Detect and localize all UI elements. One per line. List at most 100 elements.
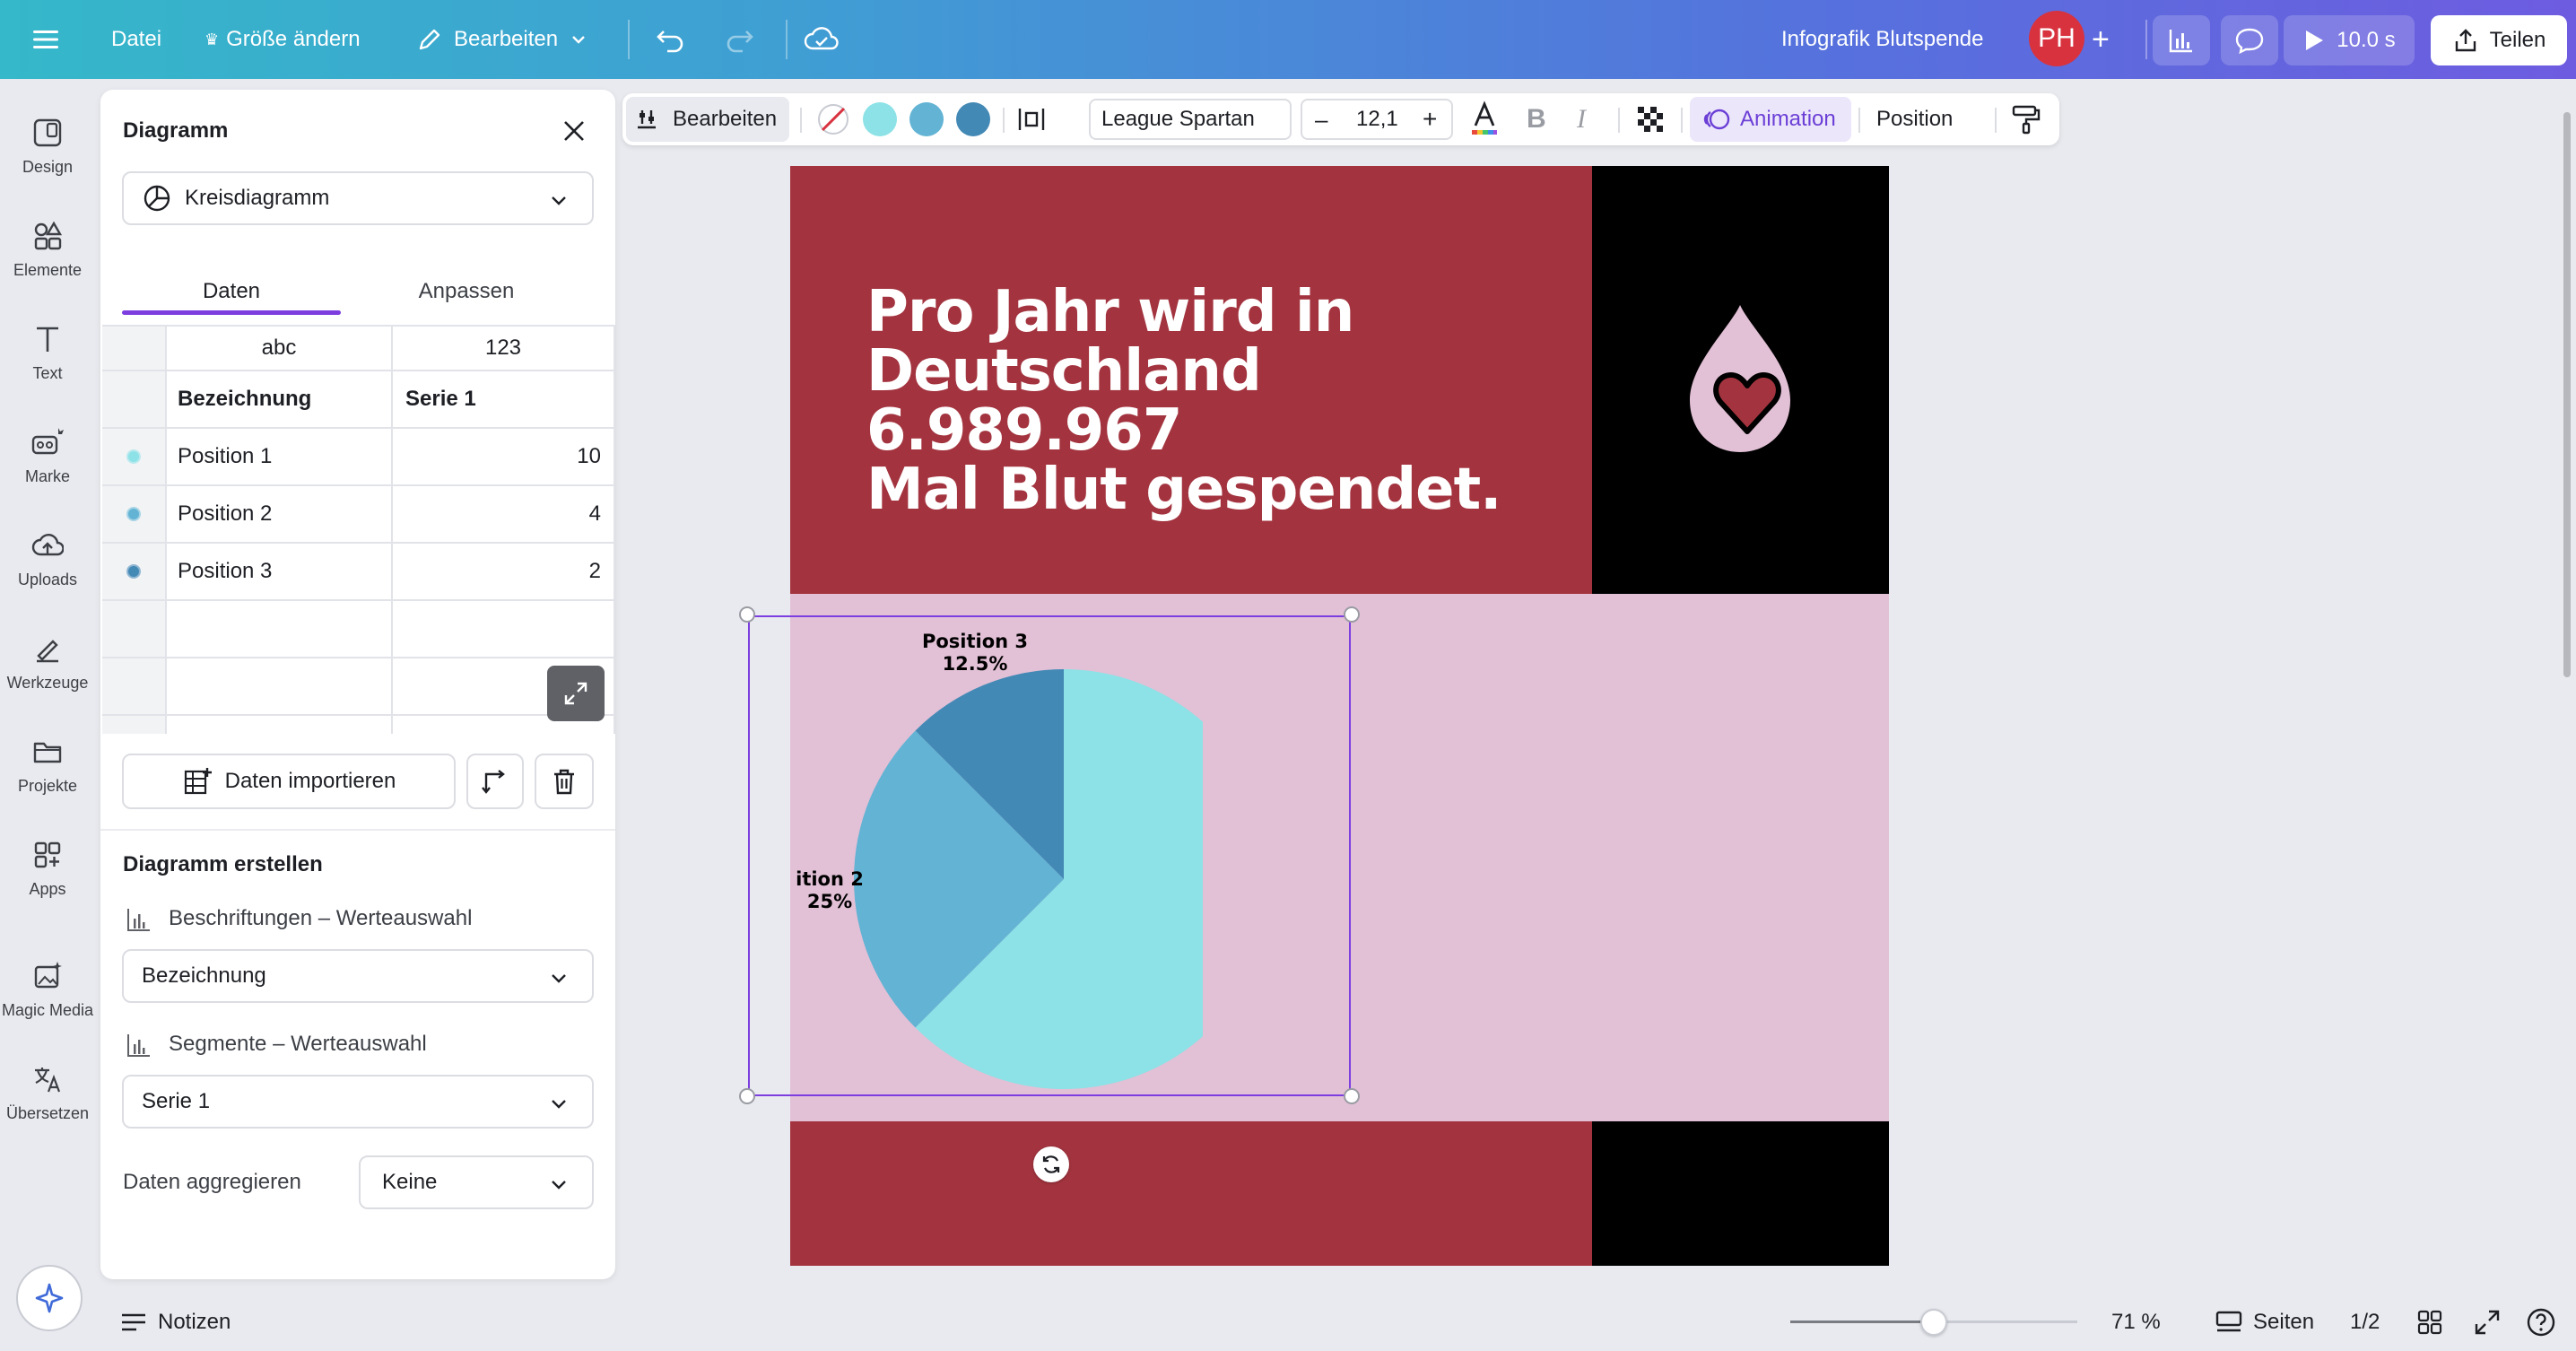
font-family-select[interactable]: League Spartan	[1089, 99, 1292, 140]
color-swatch-2[interactable]	[909, 102, 944, 136]
chevron-down-icon	[552, 974, 566, 983]
rail-item-apps[interactable]: Apps	[0, 819, 95, 918]
text-color-icon	[1472, 100, 1497, 135]
labels-select[interactable]: Bezeichnung	[122, 949, 594, 1003]
color-swatch-1[interactable]	[863, 102, 897, 136]
table-cell[interactable]: Position 3	[167, 544, 393, 601]
font-size-input[interactable]: 12,1	[1356, 93, 1398, 145]
help-button[interactable]	[2526, 1303, 2556, 1342]
table-header-cell[interactable]: Bezeichnung	[167, 371, 393, 429]
rail-item-uploads[interactable]: Uploads	[0, 510, 95, 608]
comments-button[interactable]	[2221, 15, 2278, 65]
fullscreen-button[interactable]	[2474, 1303, 2501, 1342]
notes-icon	[122, 1313, 145, 1331]
transparency-button[interactable]	[1636, 105, 1665, 138]
blood-drop-heart-icon[interactable]	[1684, 301, 1810, 460]
rail-item-text[interactable]: Text	[0, 303, 95, 402]
left-rail: Design Elemente Text Marke Uploads Werkz…	[0, 79, 95, 1351]
divider	[628, 20, 630, 59]
no-fill-swatch[interactable]	[816, 102, 850, 136]
spacing-button[interactable]	[1017, 106, 1046, 137]
insights-button[interactable]	[2153, 15, 2210, 65]
rail-item-elements[interactable]: Elemente	[0, 200, 95, 299]
transpose-icon	[482, 770, 505, 794]
chart-type-select[interactable]: Kreisdiagramm	[122, 171, 594, 225]
column-type-text[interactable]: abc	[167, 327, 393, 371]
font-size-decrease[interactable]: –	[1315, 93, 1327, 145]
avatar[interactable]: PH	[2029, 11, 2084, 66]
bold-button[interactable]: B	[1527, 93, 1546, 145]
share-icon	[2455, 29, 2476, 52]
table-cell[interactable]: 2	[393, 544, 615, 601]
rail-item-magic-media[interactable]: Magic Media	[0, 940, 95, 1039]
delete-button[interactable]	[535, 754, 594, 809]
table-import-icon	[184, 768, 212, 795]
empty-cell[interactable]	[167, 716, 393, 734]
pages-button[interactable]: Seiten	[2215, 1303, 2314, 1342]
hamburger-menu-button[interactable]	[30, 0, 61, 79]
undo-button[interactable]	[655, 0, 687, 79]
table-cell[interactable]: 10	[393, 429, 615, 486]
color-swatch-3[interactable]	[956, 102, 990, 136]
grid-view-button[interactable]	[2416, 1303, 2443, 1342]
page-indicator[interactable]: 1/2	[2350, 1303, 2380, 1342]
file-menu[interactable]: Datei	[111, 0, 161, 79]
italic-button[interactable]: I	[1577, 93, 1586, 145]
fullscreen-icon	[2475, 1310, 2500, 1335]
segments-select[interactable]: Serie 1	[122, 1075, 594, 1129]
redo-button[interactable]	[723, 0, 755, 79]
empty-cell[interactable]	[167, 658, 393, 716]
design-title[interactable]: Infografik Blutspende	[1781, 0, 1983, 79]
rail-item-projects[interactable]: Projekte	[0, 716, 95, 815]
import-data-button[interactable]: Daten importieren	[122, 754, 456, 809]
resize-menu[interactable]: ♛ Größe ändern	[205, 0, 361, 79]
hamburger-icon	[33, 31, 58, 48]
tab-data[interactable]: Daten	[122, 271, 341, 312]
resize-handle[interactable]	[739, 606, 755, 623]
headline[interactable]: Pro Jahr wird in Deutschland 6.989.967 M…	[866, 283, 1584, 519]
pages-label: Seiten	[2253, 1310, 2315, 1334]
text-color-button[interactable]	[1467, 100, 1501, 143]
position-button[interactable]: Position	[1876, 93, 1953, 145]
edit-menu[interactable]: Bearbeiten	[416, 0, 588, 79]
rail-item-tools[interactable]: Werkzeuge	[0, 613, 95, 711]
expand-table-button[interactable]	[547, 666, 605, 721]
selection-frame[interactable]	[748, 615, 1351, 1096]
table-cell[interactable]: Position 2	[167, 486, 393, 544]
empty-cell[interactable]	[167, 601, 393, 658]
table-cell[interactable]: 4	[393, 486, 615, 544]
table-cell[interactable]: Position 1	[167, 429, 393, 486]
table-header-cell[interactable]: Serie 1	[393, 371, 615, 429]
rail-item-design[interactable]: Design	[0, 97, 95, 196]
transpose-button[interactable]	[466, 754, 524, 809]
aggregate-label: Daten aggregieren	[123, 1170, 301, 1194]
row-gutter	[102, 601, 167, 658]
vertical-scrollbar[interactable]	[2563, 112, 2571, 677]
share-button[interactable]: Teilen	[2431, 15, 2567, 65]
zoom-level[interactable]: 71 %	[2111, 1303, 2161, 1342]
add-collaborator-button[interactable]: +	[2092, 0, 2110, 79]
cell-value: 2	[588, 559, 601, 583]
rotate-handle[interactable]	[1033, 1146, 1069, 1182]
tab-customize[interactable]: Anpassen	[359, 271, 574, 312]
zoom-slider-handle[interactable]	[1920, 1309, 1947, 1336]
close-panel-button[interactable]	[558, 115, 590, 152]
resize-handle[interactable]	[1344, 1088, 1360, 1104]
resize-handle[interactable]	[739, 1088, 755, 1104]
bar-chart-icon	[126, 1032, 152, 1063]
copy-style-button[interactable]	[2011, 104, 2041, 139]
empty-cell[interactable]	[393, 601, 615, 658]
font-size-increase[interactable]: +	[1423, 93, 1437, 145]
column-type-number[interactable]: 123	[393, 327, 615, 371]
resize-handle[interactable]	[1344, 606, 1360, 623]
rotate-icon	[1042, 1155, 1060, 1173]
panel-title: Diagramm	[123, 118, 229, 143]
aggregate-select[interactable]: Keine	[359, 1155, 594, 1209]
rail-item-brand[interactable]: Marke	[0, 406, 95, 505]
cloud-save-status[interactable]	[804, 0, 840, 79]
rail-item-translate[interactable]: Übersetzen	[0, 1043, 95, 1142]
expand-icon	[564, 682, 587, 705]
magic-assistant-button[interactable]	[16, 1265, 83, 1331]
present-button[interactable]: 10.0 s	[2284, 15, 2415, 65]
notes-button[interactable]: Notizen	[120, 1303, 231, 1342]
